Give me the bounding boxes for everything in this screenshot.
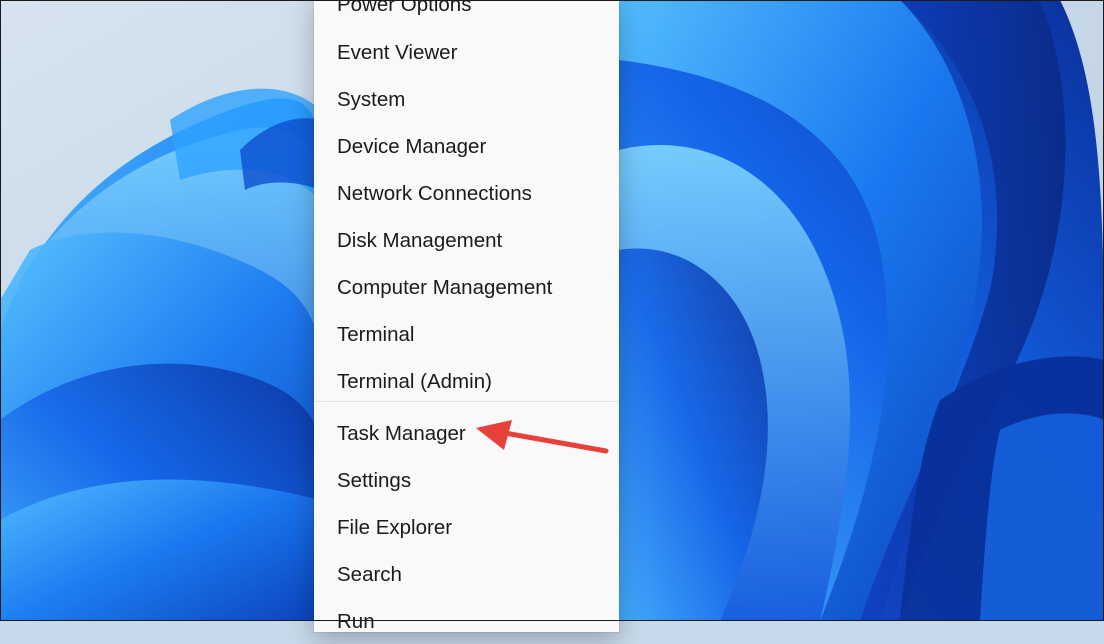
- menu-item-device-manager[interactable]: Device Manager: [314, 125, 619, 169]
- menu-item-disk-management[interactable]: Disk Management: [314, 219, 619, 263]
- winx-context-menu: Power Options Event Viewer System Device Ma…: [314, 0, 619, 633]
- menu-item-terminal[interactable]: Terminal: [314, 313, 619, 357]
- menu-item-network-connections[interactable]: Network Connections: [314, 172, 619, 216]
- menu-item-run[interactable]: Run: [314, 600, 619, 644]
- menu-item-power-options[interactable]: Power Options: [314, 0, 619, 27]
- menu-item-task-manager[interactable]: Task Manager: [314, 412, 619, 456]
- menu-item-search[interactable]: Search: [314, 553, 619, 597]
- menu-item-file-explorer[interactable]: File Explorer: [314, 506, 619, 550]
- menu-separator: [314, 401, 619, 402]
- menu-item-system[interactable]: System: [314, 78, 619, 122]
- menu-item-computer-management[interactable]: Computer Management: [314, 266, 619, 310]
- menu-item-settings[interactable]: Settings: [314, 459, 619, 503]
- menu-item-terminal-admin[interactable]: Terminal (Admin): [314, 360, 619, 404]
- menu-item-event-viewer[interactable]: Event Viewer: [314, 31, 619, 75]
